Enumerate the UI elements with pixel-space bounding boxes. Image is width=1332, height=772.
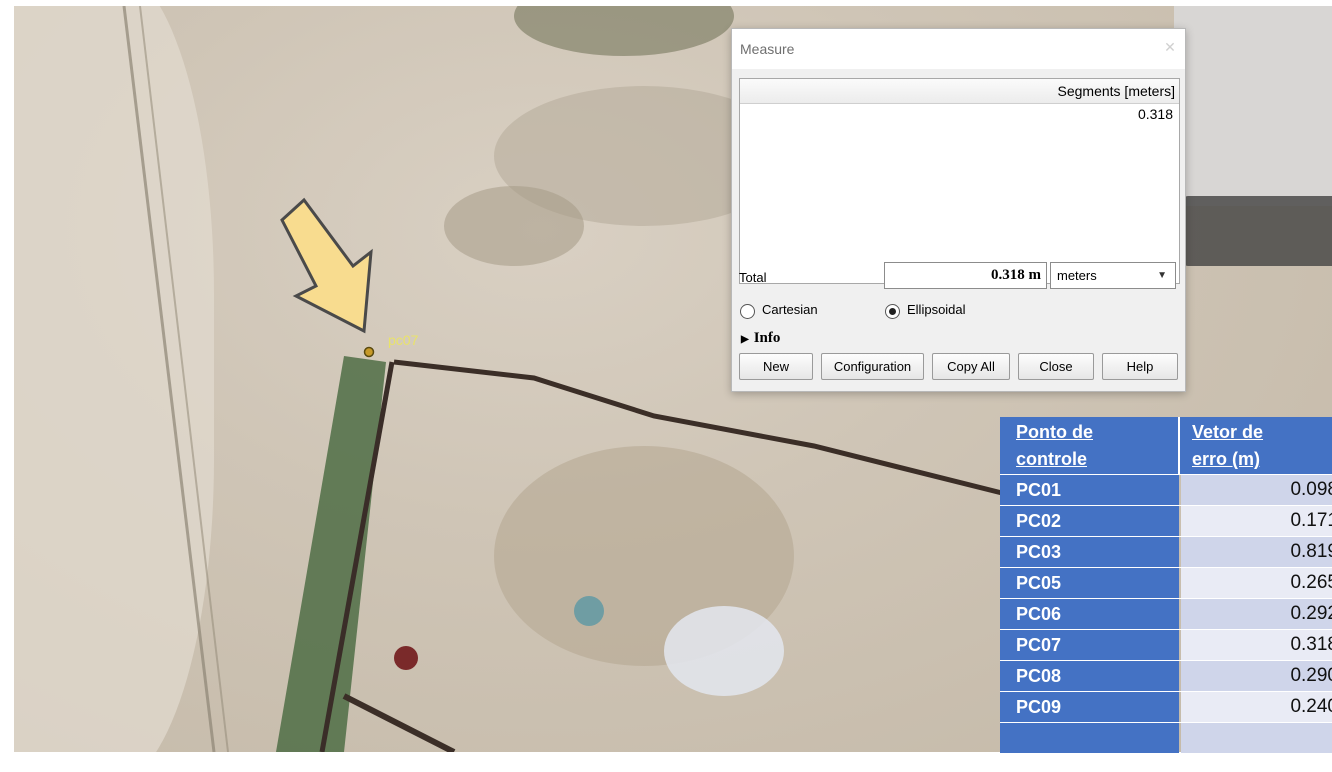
cartesian-radio[interactable] (740, 304, 755, 319)
measure-dialog[interactable]: Measure ✕ Segments [meters] 0.318 Total … (731, 28, 1186, 392)
error-value: 0.819 (1181, 537, 1332, 567)
table-row: PC09 0.240 (1000, 691, 1332, 722)
error-value: 0.318 (1181, 630, 1332, 660)
header-text: Vetor de (1192, 422, 1264, 442)
table-row: PC02 0.171 (1000, 505, 1332, 536)
control-point-id: PC09 (1000, 692, 1179, 722)
segment-row[interactable]: 0.318 (740, 104, 1179, 124)
error-value: 0.240 (1181, 692, 1332, 722)
ellipsoidal-radio[interactable] (885, 304, 900, 319)
new-button[interactable]: New (739, 353, 813, 380)
control-point-id: PC08 (1000, 661, 1179, 691)
cartesian-radio-label[interactable]: Cartesian (762, 302, 818, 317)
triangle-right-icon: ▶ (741, 334, 749, 345)
error-value: 0.290 (1181, 661, 1332, 691)
control-point-label: pc07 (388, 332, 419, 348)
table-row: PC05 0.265 (1000, 567, 1332, 598)
configuration-button[interactable]: Configuration (821, 353, 924, 380)
control-point-id: PC02 (1000, 506, 1179, 536)
table-row: PC07 0.318 (1000, 629, 1332, 660)
unit-dropdown[interactable]: meters ▼ (1050, 262, 1176, 289)
table-row: PC06 0.292 (1000, 598, 1332, 629)
control-point-id: PC06 (1000, 599, 1179, 629)
column-divider (1178, 417, 1180, 474)
error-value: 0.098 (1181, 475, 1332, 505)
control-point-id: PC07 (1000, 630, 1179, 660)
dialog-title: Measure (740, 41, 795, 57)
error-value (1181, 723, 1332, 753)
error-value: 0.171 (1181, 506, 1332, 536)
help-button[interactable]: Help (1102, 353, 1178, 380)
header-text: controle (1016, 449, 1088, 469)
table-row: PC03 0.819 (1000, 536, 1332, 567)
segments-column-header[interactable]: Segments [meters] (740, 79, 1179, 104)
total-value-field[interactable]: 0.318 m (884, 262, 1047, 289)
control-point-id: PC05 (1000, 568, 1179, 598)
control-point-id: PC03 (1000, 537, 1179, 567)
chevron-down-icon: ▼ (1157, 270, 1167, 281)
wall-line (342, 693, 456, 752)
error-vector-table: Ponto de controle Vetor de erro (m) PC01… (1000, 417, 1332, 772)
radio-selected-dot (889, 308, 896, 315)
table-row-partial (1000, 722, 1332, 753)
close-button[interactable]: Close (1018, 353, 1094, 380)
control-point-id (1000, 723, 1179, 753)
control-point-marker[interactable] (363, 346, 375, 358)
header-text: erro (m) (1192, 449, 1261, 469)
track-line (122, 6, 216, 752)
header-text: Ponto de (1016, 422, 1093, 442)
ellipsoidal-radio-label[interactable]: Ellipsoidal (907, 302, 966, 317)
table-row: PC08 0.290 (1000, 660, 1332, 691)
control-point-id: PC01 (1000, 475, 1179, 505)
track-line (139, 6, 229, 752)
table-row: PC01 0.098 (1000, 474, 1332, 505)
header-control-point: Ponto de controle (1016, 417, 1093, 473)
table-header-row: Ponto de controle Vetor de erro (m) (1000, 417, 1332, 474)
unit-dropdown-value: meters (1057, 268, 1097, 283)
pointer-arrow (280, 197, 373, 334)
close-icon[interactable]: ✕ (1161, 39, 1179, 57)
segments-table[interactable]: Segments [meters] 0.318 (739, 78, 1180, 284)
total-label: Total (739, 270, 767, 285)
info-label: Info (753, 330, 781, 346)
error-value: 0.292 (1181, 599, 1332, 629)
dialog-titlebar[interactable]: Measure ✕ (732, 29, 1185, 69)
info-expander[interactable]: ▶ Info (741, 330, 780, 347)
header-error-vector: Vetor de erro (m) (1192, 417, 1263, 473)
error-value: 0.265 (1181, 568, 1332, 598)
copy-all-button[interactable]: Copy All (932, 353, 1010, 380)
